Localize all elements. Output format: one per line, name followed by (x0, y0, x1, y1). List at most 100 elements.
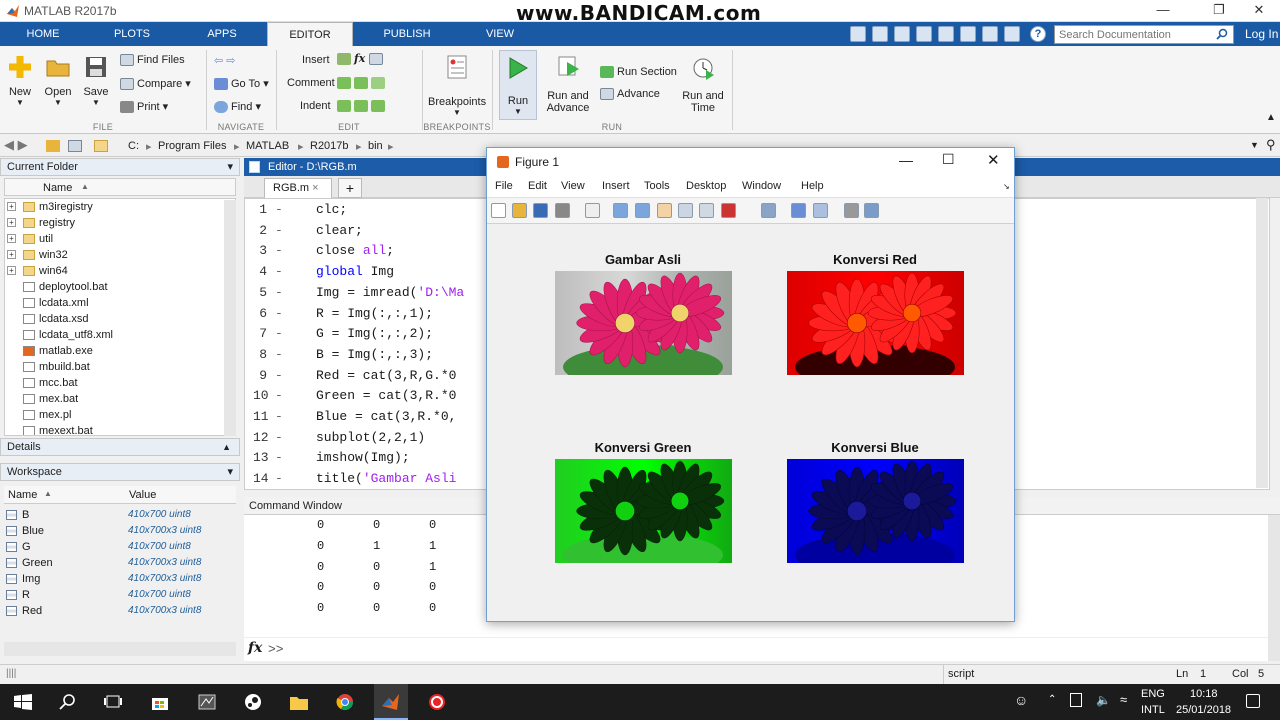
record-icon[interactable] (427, 693, 447, 711)
code-line[interactable]: R = Img(:,:,1); (316, 304, 433, 324)
find-button[interactable]: Find ▾ (214, 100, 261, 114)
code-line[interactable]: title('Gambar Asli (316, 469, 456, 489)
subplot-image-green[interactable] (555, 459, 732, 563)
workspace-row[interactable]: B 410x700 uint8 (4, 507, 236, 523)
crumb-program-files[interactable]: Program Files (158, 140, 226, 152)
windows-start-icon[interactable] (13, 693, 33, 711)
folder-scrollbar[interactable] (224, 200, 236, 436)
folder-column-header[interactable]: Name ▲ (4, 178, 236, 196)
chrome-icon[interactable] (335, 693, 355, 711)
crumb-r2017b[interactable]: R2017b (310, 140, 349, 152)
breakpoint-marker[interactable]: - (275, 202, 283, 217)
search-documentation-input[interactable] (1054, 25, 1234, 44)
crumb-matlab[interactable]: MATLAB (246, 140, 289, 152)
breakpoint-marker[interactable]: - (275, 409, 283, 424)
code-line[interactable]: global Img (316, 262, 394, 282)
run-button[interactable]: Run ▼ (499, 50, 537, 120)
wifi-icon[interactable]: ≈ (1120, 692, 1127, 707)
language-label[interactable]: ENG (1141, 688, 1165, 700)
fx-icon[interactable]: fx (248, 640, 262, 656)
save-quick-icon[interactable] (872, 26, 888, 42)
rotate-icon[interactable] (678, 203, 693, 218)
quick-access-icon[interactable] (850, 26, 866, 42)
list-item[interactable]: lcdata_utf8.xml (5, 327, 235, 343)
file-explorer-icon[interactable] (289, 693, 309, 711)
breakpoint-marker[interactable]: - (275, 430, 283, 445)
subplot-image-red[interactable] (787, 271, 964, 375)
close-tab-icon[interactable]: × (312, 182, 318, 194)
collapse-ribbon-icon[interactable]: ▲ (1266, 112, 1276, 123)
tab-publish[interactable]: PUBLISH (363, 22, 451, 46)
breakpoint-marker[interactable]: - (275, 347, 283, 362)
expand-icon[interactable]: + (7, 234, 16, 243)
list-item[interactable]: mex.pl (5, 407, 235, 423)
figure-minimize-button[interactable]: — (899, 152, 913, 168)
volume-icon[interactable]: 🔈 (1096, 693, 1111, 707)
expand-icon[interactable]: + (7, 266, 16, 275)
search-icon[interactable] (58, 693, 78, 711)
select-cursor-icon[interactable] (585, 203, 600, 218)
store-icon[interactable] (150, 693, 170, 711)
code-line[interactable]: close all; (316, 241, 394, 261)
tab-apps[interactable]: APPS (178, 22, 266, 46)
list-item[interactable]: + registry (5, 215, 235, 231)
show-tools-icon[interactable] (864, 203, 879, 218)
list-item[interactable]: + win64 (5, 263, 235, 279)
list-item[interactable]: lcdata.xsd (5, 311, 235, 327)
action-icon[interactable] (1070, 693, 1082, 707)
breakpoint-marker[interactable]: - (275, 471, 283, 486)
back-arrow-icon[interactable]: ◀ ▶ (4, 137, 28, 153)
subplot-image-blue[interactable] (787, 459, 964, 563)
workspace-row[interactable]: Green 410x700x3 uint8 (4, 555, 236, 571)
task-view-icon[interactable] (103, 693, 123, 711)
steam-icon[interactable] (243, 693, 263, 711)
figure-menu-item[interactable]: Insert (602, 180, 630, 192)
figure-maximize-button[interactable]: ☐ (942, 151, 955, 168)
workspace-menu-icon[interactable]: ▾ (227, 464, 233, 480)
goto-button[interactable]: Go To ▾ (214, 77, 269, 91)
breakpoint-marker[interactable]: - (275, 243, 283, 258)
editor-scrollbar[interactable] (1256, 198, 1268, 488)
indent-button[interactable]: Indent (300, 100, 331, 112)
breakpoint-marker[interactable]: - (275, 368, 283, 383)
colorbar-icon[interactable] (791, 203, 806, 218)
cut-quick-icon[interactable] (894, 26, 910, 42)
command-scrollbar[interactable] (1268, 515, 1280, 661)
zoom-in-icon[interactable] (613, 203, 628, 218)
command-prompt[interactable]: fx >> (244, 637, 1270, 661)
data-cursor-icon[interactable] (699, 203, 714, 218)
list-item[interactable]: mcc.bat (5, 375, 235, 391)
crumb-c[interactable]: C: (128, 140, 139, 152)
expand-icon[interactable]: + (7, 250, 16, 259)
up-folder-icon[interactable] (68, 140, 82, 152)
back-nav-icon[interactable]: ⇦ ⇨ (214, 54, 236, 67)
print-button[interactable]: Print ▾ (120, 100, 168, 114)
login-link[interactable]: Log In (1245, 27, 1278, 41)
chevron-up-icon[interactable]: ▲ (222, 439, 231, 455)
language-sub-label[interactable]: INTL (1141, 704, 1165, 716)
run-section-button[interactable]: Run Section (600, 66, 677, 79)
print-figure-icon[interactable] (555, 203, 570, 218)
panel-menu-icon[interactable]: ▾ (227, 159, 233, 175)
hide-tools-icon[interactable] (844, 203, 859, 218)
insert-icons[interactable]: fx (337, 52, 407, 65)
expand-icon[interactable]: + (7, 202, 16, 211)
matlab-taskbar-active[interactable] (374, 684, 408, 720)
clock-date[interactable]: 25/01/2018 (1176, 704, 1231, 716)
advance-button[interactable]: Advance (600, 88, 660, 101)
indent-icons[interactable] (337, 100, 388, 113)
expand-icon[interactable]: + (7, 218, 16, 227)
tab-plots[interactable]: PLOTS (88, 22, 176, 46)
list-item[interactable]: + util (5, 231, 235, 247)
tab-view[interactable]: VIEW (456, 22, 544, 46)
run-and-time-button[interactable]: Run and Time (680, 54, 726, 114)
save-figure-icon[interactable] (533, 203, 548, 218)
open-file-icon[interactable] (512, 203, 527, 218)
comment-button[interactable]: Comment (287, 77, 335, 89)
list-item[interactable]: + win32 (5, 247, 235, 263)
breakpoints-button[interactable]: Breakpoints ▼ (428, 54, 486, 117)
breakpoint-marker[interactable]: - (275, 450, 283, 465)
figure-menu-item[interactable]: Tools (644, 180, 670, 192)
brush-icon[interactable] (721, 203, 736, 218)
run-and-advance-button[interactable]: Run and Advance (544, 54, 592, 114)
